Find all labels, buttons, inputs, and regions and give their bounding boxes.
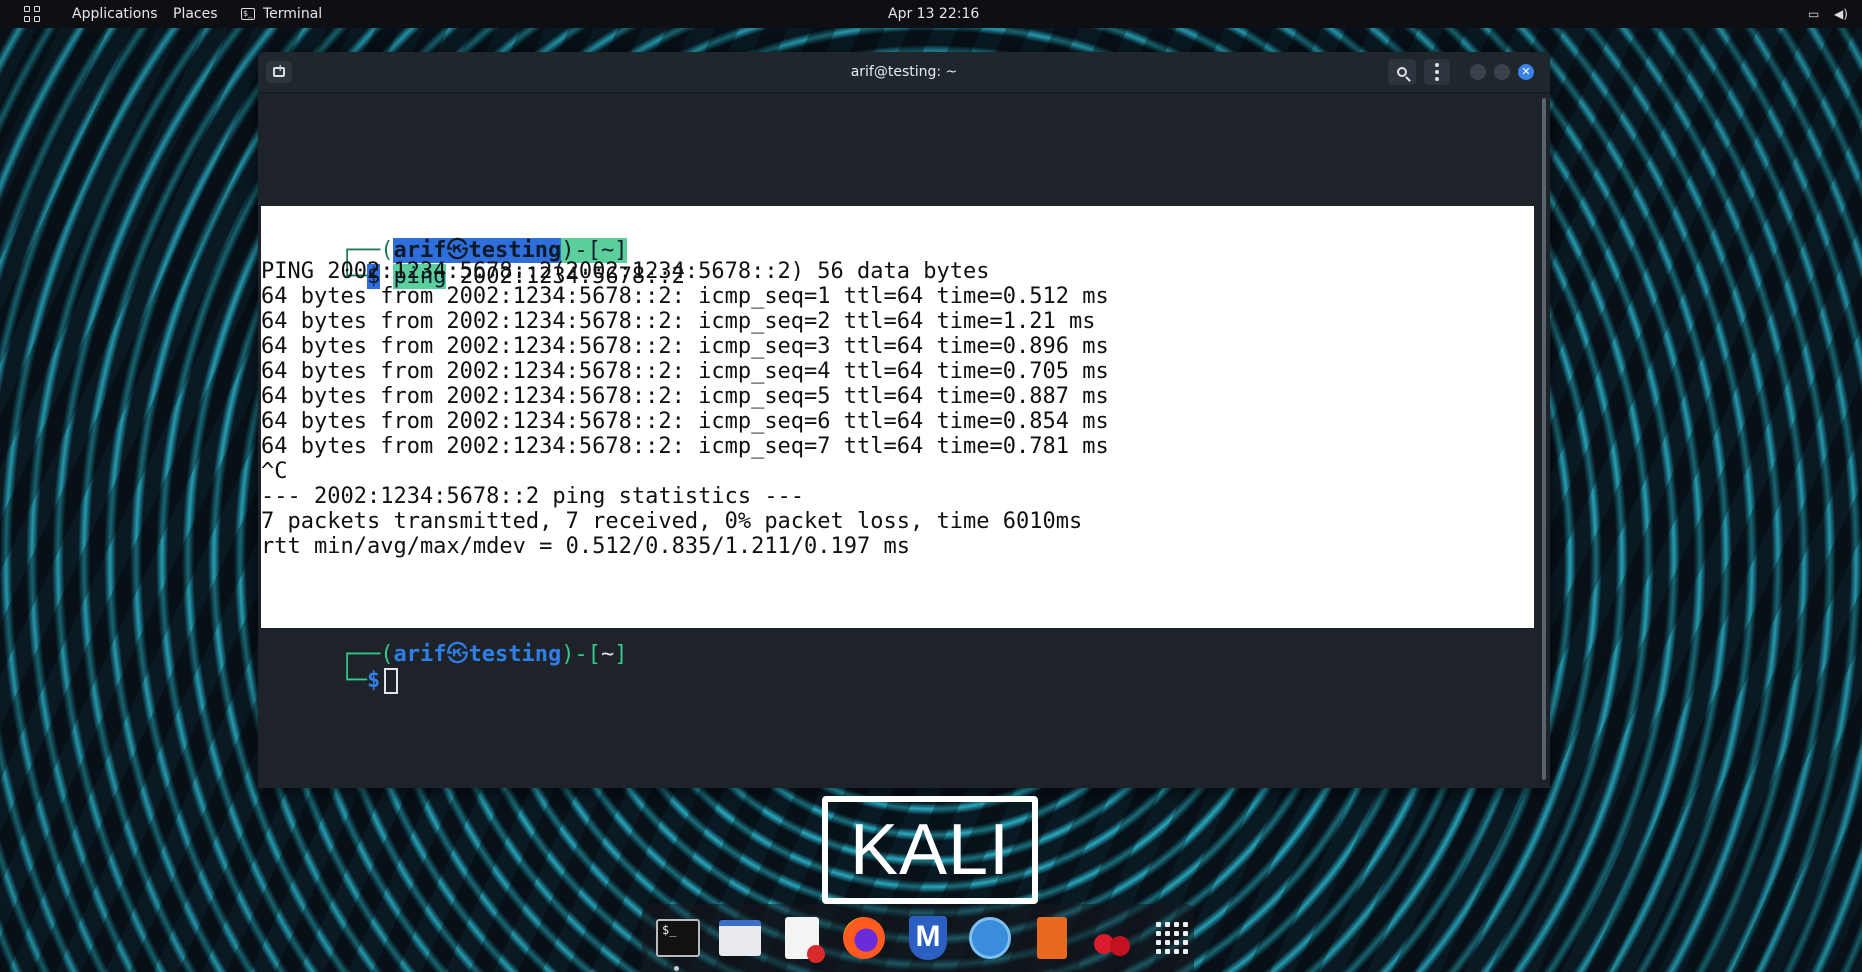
scrollbar[interactable] [1542, 98, 1546, 780]
output-line: 64 bytes from 2002:1234:5678::2: icmp_se… [261, 434, 1109, 459]
show-apps-icon [1156, 922, 1188, 954]
burpsuite-icon [1037, 917, 1067, 959]
prompt-host: testing [468, 642, 562, 667]
display-icon[interactable]: ▭ [1808, 8, 1822, 20]
terminal-window: arif@testing: ~ ✕ ┌──(arif㉿testing)-[~] … [258, 52, 1550, 788]
dock-text-editor[interactable] [778, 914, 826, 963]
text-editor-icon [785, 917, 825, 963]
terminal-icon: $_ [656, 919, 700, 957]
files-icon [719, 920, 761, 956]
menu-button[interactable] [1424, 59, 1450, 85]
dock-terminal[interactable]: $_ [654, 914, 702, 962]
terminal-app-menu[interactable]: $_ Terminal [241, 0, 322, 28]
output-line: rtt min/avg/max/mdev = 0.512/0.835/1.211… [261, 534, 911, 559]
running-indicator [674, 966, 679, 971]
dock-firefox[interactable] [840, 914, 888, 962]
command-line-2[interactable]: └─$ [261, 636, 399, 694]
minimize-button[interactable] [1470, 64, 1486, 80]
close-button[interactable]: ✕ [1518, 64, 1534, 80]
firefox-icon [843, 917, 885, 959]
places-menu[interactable]: Places [173, 0, 218, 28]
terminal-icon: $_ [241, 8, 255, 20]
wireshark-icon [969, 917, 1011, 959]
dock-wireshark[interactable] [966, 914, 1014, 962]
dock-files[interactable] [716, 914, 764, 962]
maximize-button[interactable] [1494, 64, 1510, 80]
dock-burpsuite[interactable] [1028, 914, 1076, 962]
dock: $_ M [642, 904, 1194, 972]
prompt-path: ~ [600, 642, 615, 667]
volume-icon[interactable]: ◀) [1834, 8, 1848, 20]
dock-metasploit[interactable]: M [904, 914, 952, 962]
dock-cherrytree[interactable] [1088, 914, 1136, 962]
search-button[interactable] [1388, 59, 1416, 85]
top-panel: Applications Places $_ Terminal Apr 13 2… [0, 0, 1862, 28]
kali-logo: KALI [822, 796, 1038, 904]
clock[interactable]: Apr 13 22:16 [888, 0, 979, 28]
prompt-user: arif [393, 642, 447, 667]
metasploit-icon: M [909, 916, 947, 960]
window-titlebar[interactable]: arif@testing: ~ ✕ [258, 52, 1550, 93]
dock-show-apps[interactable] [1148, 914, 1196, 962]
cherrytree-icon [1092, 918, 1132, 958]
text-cursor [384, 668, 399, 694]
terminal-content[interactable]: ┌──(arif㉿testing)-[~] └─$ ping 2002:1234… [258, 92, 1542, 788]
window-title: arif@testing: ~ [850, 64, 958, 80]
apps-grid-icon[interactable] [24, 5, 42, 23]
terminal-app-label: Terminal [263, 6, 323, 22]
close-icon: ✕ [1521, 65, 1531, 78]
menu-icon [1435, 63, 1439, 67]
search-icon [1397, 67, 1407, 77]
system-tray[interactable]: ▭ ◀) [1796, 0, 1848, 28]
applications-menu[interactable]: Applications [72, 0, 158, 28]
